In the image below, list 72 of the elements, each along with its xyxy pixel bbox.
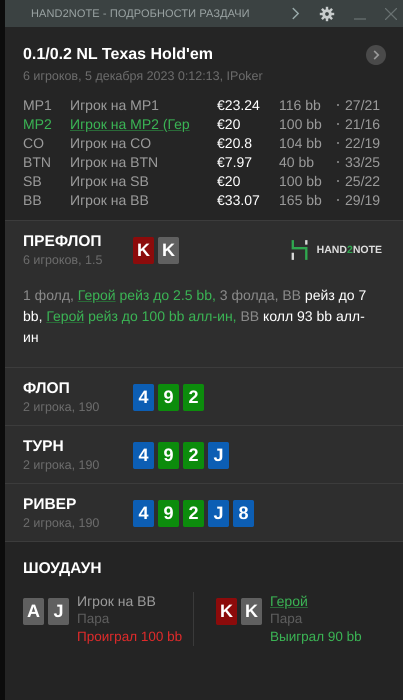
player-name[interactable]: Герой bbox=[270, 592, 308, 610]
player-name: Игрок на MP1 bbox=[70, 97, 160, 113]
stack-amount: €20.8 bbox=[217, 135, 254, 151]
hand-title: 0.1/0.2 NL Texas Hold'em bbox=[23, 46, 213, 64]
logo-icon bbox=[290, 239, 309, 261]
stack-amount: €20 bbox=[217, 116, 242, 132]
window-title: HAND2NOTE - ПОДРОБНОСТИ РАЗДАЧИ bbox=[31, 8, 250, 20]
street-name: ТУРН bbox=[23, 438, 65, 456]
logo-text: HAND2NOTE bbox=[316, 244, 382, 256]
action-summary: 1 фолд, Герой рейз до 2.5 bb, 3 фолда, BB рейз до 7 bb, Герой рейз до 100 bb алл-ин, BB колл 93 bb алл-ин bbox=[23, 286, 368, 347]
street-name: ПРЕФЛОП bbox=[23, 233, 103, 251]
result-text: Выиграл 90 bb bbox=[270, 628, 362, 646]
player-name[interactable]: Игрок на MP2 (Гер bbox=[70, 116, 217, 132]
playing-card: 8 bbox=[233, 500, 254, 526]
stack-bb: 104 bb bbox=[279, 135, 323, 151]
hand-details: 6 игроков, 5 декабря 2023 0:12:13, IPoker bbox=[23, 69, 264, 83]
chevron-right-icon[interactable] bbox=[291, 7, 300, 20]
stack-bb: 116 bb bbox=[279, 97, 322, 113]
stack-amount: €20 bbox=[217, 173, 242, 189]
playing-card: K bbox=[216, 598, 237, 625]
playing-card: 2 bbox=[183, 384, 204, 410]
settings-icon[interactable] bbox=[319, 6, 335, 22]
street-name: РИВЕР bbox=[23, 496, 78, 514]
stack-bb: 165 bb bbox=[279, 192, 323, 208]
stack-amount: €23.24 bbox=[217, 97, 261, 113]
street-name: ФЛОП bbox=[23, 380, 71, 398]
position-label: BTN bbox=[23, 154, 52, 170]
playing-card: J bbox=[208, 442, 229, 468]
playing-card: 9 bbox=[158, 442, 179, 468]
stack-bb: 100 bb bbox=[279, 173, 323, 189]
playing-card: K bbox=[158, 236, 179, 264]
playing-card: A bbox=[23, 598, 44, 625]
playing-card: J bbox=[48, 598, 69, 625]
player-stats: 21/16 bbox=[345, 116, 382, 132]
playing-card: 2 bbox=[183, 500, 204, 526]
result-text: Проиграл 100 bb bbox=[77, 628, 182, 646]
position-label: SB bbox=[23, 173, 43, 189]
player-stats: 25/22 bbox=[345, 173, 382, 189]
playing-card: K bbox=[133, 236, 154, 264]
position-label: MP2 bbox=[23, 116, 53, 132]
street-info: 2 игрока, 190 bbox=[23, 400, 100, 414]
position-label: MP1 bbox=[23, 97, 53, 113]
player-stats: 22/19 bbox=[345, 135, 382, 151]
player-stats: 29/19 bbox=[345, 192, 382, 208]
position-label: BB bbox=[23, 192, 43, 208]
playing-card: 9 bbox=[158, 384, 179, 410]
street-info: 2 игрока, 190 bbox=[23, 516, 100, 530]
player-name: Игрок на BB bbox=[70, 192, 150, 208]
playing-card: 4 bbox=[133, 500, 154, 526]
playing-card: K bbox=[241, 598, 262, 625]
stack-amount: €33.07 bbox=[217, 192, 261, 208]
section-title: ШОУДАУН bbox=[23, 560, 103, 578]
next-button-icon[interactable] bbox=[366, 45, 386, 65]
playing-card: 9 bbox=[158, 500, 179, 526]
player-name: Игрок на SB bbox=[70, 173, 150, 189]
player-stats: 33/25 bbox=[345, 154, 382, 170]
hand-rank: Пара bbox=[270, 610, 302, 628]
stack-bb: 40 bb bbox=[279, 154, 316, 170]
player-name: Игрок на CO bbox=[70, 135, 152, 151]
player-name: Игрок на BTN bbox=[70, 154, 160, 170]
player-name: Игрок на BB bbox=[77, 592, 156, 610]
playing-card: J bbox=[208, 500, 229, 526]
position-label: CO bbox=[23, 135, 45, 151]
street-info: 2 игрока, 190 bbox=[23, 458, 100, 472]
hand-rank: Пара bbox=[77, 610, 110, 628]
stack-amount: €7.97 bbox=[217, 154, 254, 170]
playing-card: 4 bbox=[133, 442, 154, 468]
stack-bb: 100 bb bbox=[279, 116, 323, 132]
playing-card: 4 bbox=[133, 384, 154, 410]
playing-card: 2 bbox=[183, 442, 204, 468]
player-stats: 27/21 bbox=[345, 97, 382, 113]
street-info: 6 игроков, 1.5 bbox=[23, 253, 104, 267]
